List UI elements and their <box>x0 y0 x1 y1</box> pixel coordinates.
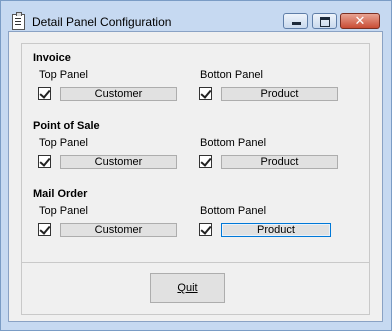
pos-bottom-panel-checkbox[interactable] <box>199 155 212 168</box>
invoice-bottom-panel-checkbox[interactable] <box>199 87 212 100</box>
mail-order-bottom-panel-label: Bottom Panel <box>200 205 267 217</box>
mail-order-bottom-panel-checkbox[interactable] <box>199 223 212 236</box>
minimize-button[interactable] <box>283 13 308 29</box>
close-button[interactable]: ✕ <box>340 13 380 29</box>
mail-order-top-panel-checkbox[interactable] <box>38 223 51 236</box>
pos-top-panel-checkbox[interactable] <box>38 155 51 168</box>
section-title-invoice: Invoice <box>33 52 71 64</box>
pos-top-panel-label: Top Panel <box>39 137 88 149</box>
mail-order-top-panel-label: Top Panel <box>39 205 88 217</box>
pos-bottom-panel-button[interactable]: Product <box>221 155 338 169</box>
document-icon <box>12 12 25 30</box>
invoice-top-panel-button[interactable]: Customer <box>60 87 177 101</box>
invoice-top-panel-label: Top Panel <box>39 69 88 81</box>
close-icon: ✕ <box>354 13 366 28</box>
quit-button-label: Quit <box>177 282 198 294</box>
invoice-bottom-panel-label: Botton Panel <box>200 69 263 81</box>
window-title: Detail Panel Configuration <box>32 15 172 29</box>
pos-top-panel-button[interactable]: Customer <box>60 155 177 169</box>
pos-bottom-panel-label: Bottom Panel <box>200 137 267 149</box>
invoice-top-panel-checkbox[interactable] <box>38 87 51 100</box>
maximize-icon <box>320 17 330 27</box>
section-title-point-of-sale: Point of Sale <box>33 120 100 132</box>
maximize-button[interactable] <box>312 13 337 29</box>
dialog-client-area: Invoice Top Panel Botton Panel Customer … <box>8 31 383 322</box>
minimize-icon <box>292 22 301 25</box>
title-bar: Detail Panel Configuration ✕ <box>1 1 391 31</box>
invoice-bottom-panel-button[interactable]: Product <box>221 87 338 101</box>
section-title-mail-order: Mail Order <box>33 188 88 200</box>
mail-order-bottom-panel-button[interactable]: Product <box>221 223 331 237</box>
quit-button[interactable]: Quit <box>150 273 225 303</box>
mail-order-top-panel-button[interactable]: Customer <box>60 223 177 237</box>
dialog-window: Detail Panel Configuration ✕ Invoice Top… <box>0 0 392 331</box>
